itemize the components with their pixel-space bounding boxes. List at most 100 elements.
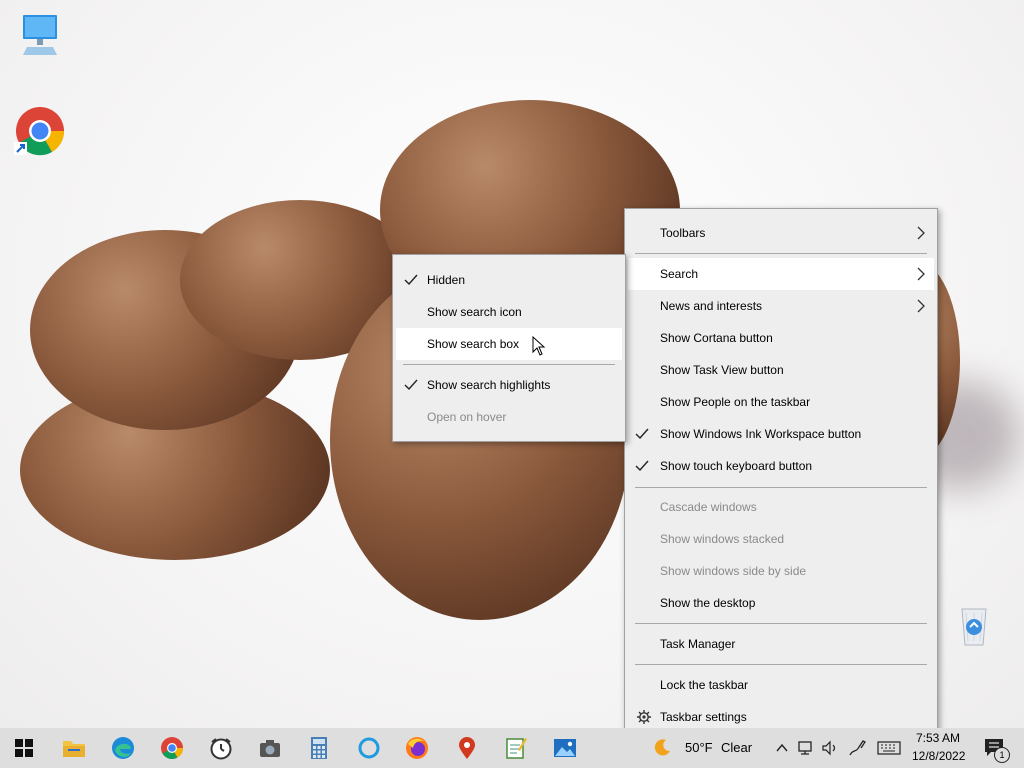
- menu-label: Show search highlights: [427, 378, 551, 392]
- notification-count-badge: 1: [994, 747, 1010, 763]
- calculator-icon: [311, 737, 327, 759]
- notepad-icon: [506, 738, 527, 759]
- chrome-shortcut-icon[interactable]: [10, 102, 66, 158]
- volume-button[interactable]: [820, 734, 840, 762]
- weather-temperature: 50°F: [685, 740, 713, 755]
- recycle-bin-icon[interactable]: [946, 596, 1002, 652]
- notepad-button[interactable]: [502, 734, 530, 762]
- clock-time: 7:53 AM: [916, 731, 961, 745]
- menu-separator: [403, 364, 615, 365]
- firefox-icon: [406, 737, 428, 759]
- menu-item-show-cortana-button[interactable]: Show Cortana button: [628, 322, 934, 354]
- checkmark-icon: [635, 460, 649, 472]
- map-pin-icon: [459, 737, 475, 759]
- menu-label: Cascade windows: [660, 500, 757, 514]
- start-button[interactable]: [10, 734, 38, 762]
- action-center-button[interactable]: 1: [980, 734, 1010, 763]
- camera-icon: [260, 740, 280, 757]
- taskbar-context-menu: Toolbars Search News and interests Show …: [624, 208, 938, 743]
- photos-button[interactable]: [551, 734, 579, 762]
- alarms-clock-button[interactable]: [207, 734, 235, 762]
- chevron-right-icon: [917, 299, 925, 313]
- menu-item-task-manager[interactable]: Task Manager: [628, 628, 934, 660]
- menu-label: Show Cortana button: [660, 331, 773, 345]
- firefox-button[interactable]: [403, 734, 431, 762]
- weather-condition: Clear: [721, 740, 753, 755]
- edge-button[interactable]: [109, 734, 137, 762]
- menu-item-show-people[interactable]: Show People on the taskbar: [628, 386, 934, 418]
- menu-item-show-desktop[interactable]: Show the desktop: [628, 587, 934, 619]
- menu-label: Show windows stacked: [660, 532, 785, 546]
- search-submenu: Hidden Show search icon Show search box …: [392, 254, 626, 442]
- menu-label: Show search icon: [427, 305, 522, 319]
- show-hidden-icons-button[interactable]: [774, 734, 790, 762]
- menu-item-show-touch-keyboard[interactable]: Show touch keyboard button: [628, 450, 934, 482]
- menu-item-search[interactable]: Search: [628, 258, 934, 290]
- menu-label: Show windows side by side: [660, 564, 807, 578]
- photos-icon: [554, 739, 576, 757]
- menu-label: Hidden: [427, 273, 466, 287]
- menu-label: Show Windows Ink Workspace button: [660, 427, 862, 441]
- file-explorer-button[interactable]: [60, 734, 88, 762]
- chevron-right-icon: [917, 226, 925, 240]
- submenu-item-show-search-highlights[interactable]: Show search highlights: [396, 369, 622, 401]
- menu-label: Show the desktop: [660, 596, 756, 610]
- submenu-item-show-search-icon[interactable]: Show search icon: [396, 296, 622, 328]
- menu-separator: [635, 253, 927, 254]
- menu-separator: [635, 664, 927, 665]
- menu-separator: [635, 487, 927, 488]
- menu-label: Open on hover: [427, 410, 507, 424]
- clock-date: 12/8/2022: [912, 749, 966, 763]
- keyboard-icon: [877, 741, 901, 755]
- windows-logo-icon: [15, 739, 33, 757]
- menu-label: Show search box: [427, 337, 520, 351]
- menu-item-lock-taskbar[interactable]: Lock the taskbar: [628, 669, 934, 701]
- menu-item-news-and-interests[interactable]: News and interests: [628, 290, 934, 322]
- menu-item-show-windows-side-by-side: Show windows side by side: [628, 555, 934, 587]
- taskbar: 50°F Clear 7:53 AM 12/8/2022 1: [0, 728, 1024, 768]
- this-pc-icon[interactable]: [12, 6, 68, 62]
- speaker-icon: [822, 740, 836, 756]
- menu-item-show-ink-workspace[interactable]: Show Windows Ink Workspace button: [628, 418, 934, 450]
- chevron-right-icon: [917, 267, 925, 281]
- mouse-cursor-icon: [532, 336, 546, 356]
- checkmark-icon: [404, 274, 418, 286]
- menu-label: Task Manager: [660, 637, 736, 651]
- moon-icon: [654, 739, 670, 756]
- menu-item-show-windows-stacked: Show windows stacked: [628, 523, 934, 555]
- network-button[interactable]: [796, 734, 816, 762]
- submenu-item-show-search-box[interactable]: Show search box: [396, 328, 622, 360]
- clock-icon: [210, 738, 232, 760]
- menu-label: Show touch keyboard button: [660, 459, 813, 473]
- network-icon: [798, 741, 812, 755]
- menu-item-show-task-view-button[interactable]: Show Task View button: [628, 354, 934, 386]
- clock-tray[interactable]: 7:53 AM 12/8/2022: [908, 728, 970, 768]
- cortana-button[interactable]: [355, 734, 383, 762]
- weather-widget[interactable]: 50°F Clear: [650, 728, 762, 768]
- gear-icon: [637, 710, 651, 724]
- menu-label: Taskbar settings: [660, 710, 747, 724]
- submenu-item-hidden[interactable]: Hidden: [396, 264, 622, 296]
- menu-label: Search: [660, 267, 699, 281]
- cortana-icon: [358, 737, 380, 759]
- edge-icon: [112, 737, 134, 759]
- camera-button[interactable]: [256, 734, 284, 762]
- checkmark-icon: [635, 428, 649, 440]
- menu-item-cascade-windows: Cascade windows: [628, 491, 934, 523]
- chrome-button[interactable]: [158, 734, 186, 762]
- menu-label: Show People on the taskbar: [660, 395, 811, 409]
- submenu-item-open-on-hover: Open on hover: [396, 401, 622, 433]
- calculator-button[interactable]: [305, 734, 333, 762]
- ink-workspace-button[interactable]: [846, 734, 868, 762]
- touch-keyboard-button[interactable]: [876, 734, 902, 762]
- menu-label: Show Task View button: [660, 363, 784, 377]
- folder-icon: [63, 741, 85, 757]
- menu-label: Toolbars: [660, 226, 706, 240]
- menu-separator: [635, 623, 927, 624]
- menu-label: News and interests: [660, 299, 763, 313]
- maps-button[interactable]: [453, 734, 481, 762]
- checkmark-icon: [404, 379, 418, 391]
- menu-label: Lock the taskbar: [660, 678, 749, 692]
- menu-item-toolbars[interactable]: Toolbars: [628, 217, 934, 249]
- chevron-up-icon: [776, 743, 788, 752]
